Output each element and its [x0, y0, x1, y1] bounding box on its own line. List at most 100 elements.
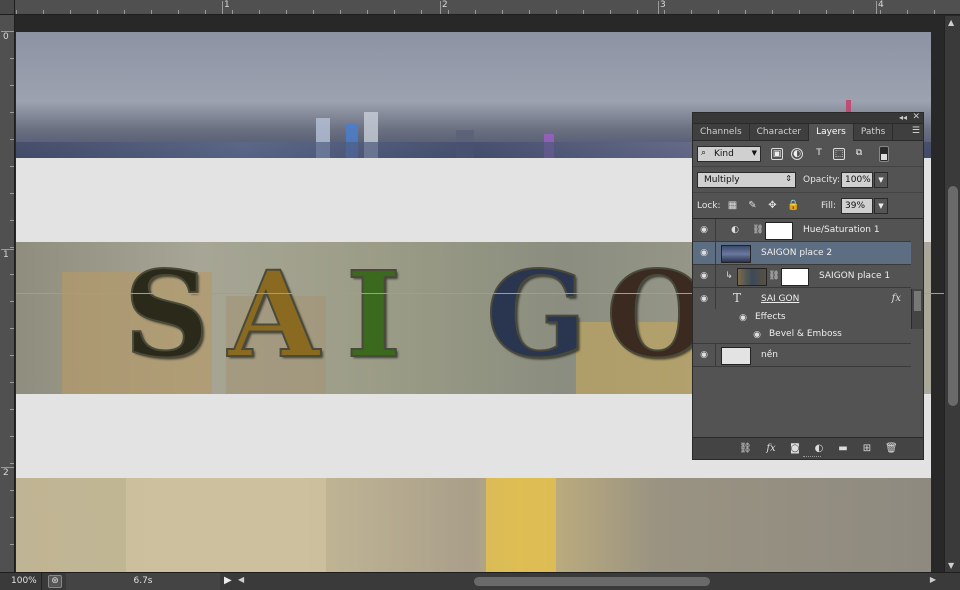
layer-row-saigon-place-2[interactable]: ◉ SAIGON place 2: [693, 242, 911, 265]
effects-row[interactable]: ◉ Effects: [693, 309, 911, 326]
ruler-tick: [448, 10, 449, 14]
lock-row: Lock: ▦ ✎ ✥ 🔒 Fill: 39% ▼: [693, 193, 923, 219]
fill-dropdown-icon[interactable]: ▼: [874, 198, 888, 214]
scroll-right-arrow-icon[interactable]: ▶: [930, 575, 936, 584]
link-layers-icon[interactable]: ⛓: [739, 443, 752, 455]
visibility-eye-icon[interactable]: ◉: [698, 293, 710, 305]
new-adjustment-layer-icon[interactable]: ◐: [813, 443, 825, 455]
vertical-ruler[interactable]: 0 1 2: [0, 15, 15, 573]
horizontal-scroll-thumb[interactable]: [474, 577, 710, 586]
ruler-tick: [475, 10, 476, 14]
play-icon[interactable]: ▶: [224, 575, 232, 586]
effect-name[interactable]: Bevel & Emboss: [769, 329, 842, 339]
layer-thumbnail[interactable]: [737, 268, 767, 286]
tab-channels[interactable]: Channels: [693, 124, 750, 140]
scroll-down-arrow-icon[interactable]: ▼: [948, 561, 954, 570]
ruler-tick: [10, 463, 14, 464]
ruler-tick: [10, 85, 14, 86]
add-mask-icon[interactable]: ◙: [789, 443, 801, 455]
lock-transparent-pixels-icon[interactable]: ▦: [727, 200, 738, 211]
ruler-label: 0: [3, 32, 9, 42]
layer-thumbnail[interactable]: [721, 347, 751, 365]
blend-mode-select[interactable]: Multiply ⇕: [697, 172, 796, 188]
effect-row-bevel-emboss[interactable]: ◉ Bevel & Emboss: [693, 326, 911, 344]
layer-name[interactable]: SAIGON place 2: [761, 248, 832, 258]
layer-mask-thumbnail[interactable]: [765, 222, 793, 240]
layer-name[interactable]: SAIGON place 1: [819, 271, 890, 281]
visibility-eye-icon[interactable]: ◉: [698, 349, 710, 361]
layer-list[interactable]: ◉ ◐ ⛓ Hue/Saturation 1 ◉ SAIGON place 2 …: [693, 219, 911, 435]
layer-mask-thumbnail[interactable]: [781, 268, 809, 286]
fill-field[interactable]: 39%: [841, 198, 873, 214]
lock-image-pixels-icon[interactable]: ✎: [747, 200, 758, 211]
layers-scroll-thumb[interactable]: [914, 291, 921, 311]
new-group-folder-icon[interactable]: ▬: [837, 443, 849, 455]
adjustment-filter-icon[interactable]: ◐: [791, 148, 803, 160]
ruler-tick: [10, 409, 14, 410]
layers-scrollbar[interactable]: [911, 289, 923, 329]
vertical-scrollbar[interactable]: ▲ ▼: [944, 16, 960, 572]
title-letter-i: I: [345, 245, 402, 384]
layer-effects-fx-icon[interactable]: fx: [892, 293, 901, 304]
panel-menu-icon[interactable]: ☰: [912, 126, 920, 136]
blend-mode-value: Multiply: [704, 175, 740, 185]
scroll-left-arrow-icon[interactable]: ◀: [238, 575, 244, 584]
layer-row-saigon-place-1[interactable]: ◉ ↳ ⛓ SAIGON place 1: [693, 265, 911, 288]
status-options-icon[interactable]: ⊛: [48, 575, 62, 588]
ruler-label: 2: [442, 0, 448, 10]
pixel-filter-icon[interactable]: ▣: [771, 148, 783, 160]
ruler-tick: [232, 10, 233, 14]
vertical-scroll-thumb[interactable]: [948, 186, 958, 406]
shape-filter-icon[interactable]: ⬚: [833, 148, 845, 160]
horizontal-ruler[interactable]: 1 2 3 4: [0, 0, 960, 15]
layer-row-saigon-text[interactable]: ◉ T SAI GON fx: [693, 288, 911, 309]
layer-thumbnail[interactable]: [721, 245, 751, 263]
opacity-dropdown-icon[interactable]: ▼: [874, 172, 888, 188]
filter-toggle-switch[interactable]: [879, 146, 889, 162]
collapse-panel-icon[interactable]: ◂◂: [899, 113, 907, 122]
layer-name[interactable]: nền: [761, 350, 778, 360]
blend-row: Multiply ⇕ Opacity: 100% ▼: [693, 167, 923, 193]
layer-name[interactable]: SAI GON: [761, 294, 799, 304]
opacity-field[interactable]: 100%: [841, 172, 873, 188]
type-filter-icon[interactable]: T: [813, 148, 825, 160]
ruler-tick: [340, 10, 341, 14]
new-layer-icon[interactable]: ⊞: [861, 443, 873, 455]
ruler-tick: [691, 10, 692, 14]
ruler-label: 1: [3, 250, 9, 260]
ruler-origin[interactable]: [0, 0, 15, 14]
visibility-eye-icon[interactable]: ◉: [698, 247, 710, 259]
add-layer-style-icon[interactable]: fx: [765, 443, 777, 455]
visibility-eye-icon[interactable]: ◉: [698, 224, 710, 236]
visibility-eye-icon[interactable]: ◉: [737, 312, 749, 324]
ruler-tick: [853, 10, 854, 14]
tab-layers[interactable]: Layers: [809, 124, 854, 141]
panel-titlebar[interactable]: ◂◂ ✕: [693, 112, 923, 124]
lock-all-icon[interactable]: 🔒: [787, 200, 799, 211]
horizontal-scrollbar[interactable]: ◀ ▶: [236, 575, 936, 588]
type-layer-icon: T: [732, 291, 741, 305]
delete-layer-trash-icon[interactable]: 🗑: [885, 443, 898, 455]
panel-resize-grip[interactable]: [803, 456, 821, 459]
scroll-up-arrow-icon[interactable]: ▲: [948, 18, 954, 27]
filter-kind-select[interactable]: ⌕ Kind ▼: [697, 146, 761, 162]
close-icon[interactable]: ✕: [912, 112, 920, 122]
divider: [715, 242, 716, 264]
divider: [715, 288, 716, 309]
ruler-tick: [1, 249, 14, 250]
visibility-eye-icon[interactable]: ◉: [698, 270, 710, 282]
link-icon[interactable]: ⛓: [752, 224, 764, 236]
zoom-level-field[interactable]: 100%: [0, 573, 42, 590]
lock-position-icon[interactable]: ✥: [767, 200, 778, 211]
layer-row-hue-saturation[interactable]: ◉ ◐ ⛓ Hue/Saturation 1: [693, 219, 911, 242]
tab-paths[interactable]: Paths: [854, 124, 894, 140]
visibility-eye-icon[interactable]: ◉: [751, 329, 763, 341]
smart-object-filter-icon[interactable]: ⧉: [853, 148, 865, 160]
layer-name[interactable]: Hue/Saturation 1: [803, 225, 880, 235]
divider: [715, 265, 716, 287]
link-icon[interactable]: ⛓: [768, 270, 780, 282]
layers-panel[interactable]: ◂◂ ✕ Channels Character Layers Paths ☰ ⌕…: [692, 112, 924, 460]
layer-row-nen[interactable]: ◉ nền: [693, 344, 911, 367]
ruler-tick: [664, 10, 665, 14]
tab-character[interactable]: Character: [750, 124, 810, 140]
